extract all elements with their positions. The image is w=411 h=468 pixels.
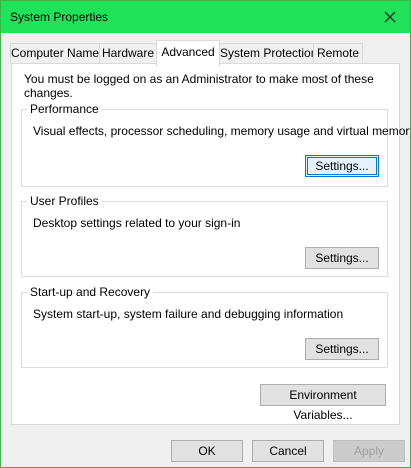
window-title: System Properties xyxy=(10,10,109,24)
user-profiles-group: User Profiles Desktop settings related t… xyxy=(21,194,388,277)
apply-button[interactable]: Apply xyxy=(333,440,405,462)
startup-recovery-group: Start-up and Recovery System start-up, s… xyxy=(21,285,388,368)
environment-variables-button[interactable]: Environment Variables... xyxy=(260,384,386,422)
close-icon xyxy=(384,11,396,23)
ok-button[interactable]: OK xyxy=(171,440,243,462)
system-properties-window: System Properties Computer Name Hardware… xyxy=(0,0,411,468)
dialog-footer: OK Cancel Apply xyxy=(1,425,410,467)
title-bar[interactable]: System Properties xyxy=(1,1,410,33)
startup-recovery-settings-button[interactable]: Settings... xyxy=(305,338,379,360)
close-button[interactable] xyxy=(370,1,410,33)
admin-note: You must be logged on as an Administrato… xyxy=(24,72,374,100)
tab-hardware[interactable]: Hardware xyxy=(99,43,157,63)
tab-remote[interactable]: Remote xyxy=(313,43,363,63)
user-profiles-description: Desktop settings related to your sign-in xyxy=(33,216,241,230)
tab-strip: Computer Name Hardware Advanced System P… xyxy=(1,33,410,66)
performance-legend: Performance xyxy=(27,102,102,116)
advanced-tab-panel: You must be logged on as an Administrato… xyxy=(11,63,410,425)
cancel-button[interactable]: Cancel xyxy=(252,440,324,462)
performance-group: Performance Visual effects, processor sc… xyxy=(21,102,410,187)
performance-description: Visual effects, processor scheduling, me… xyxy=(33,124,411,138)
tab-computer-name[interactable]: Computer Name xyxy=(10,43,100,63)
tab-system-protection[interactable]: System Protection xyxy=(219,43,317,63)
startup-recovery-description: System start-up, system failure and debu… xyxy=(33,307,344,321)
tab-advanced[interactable]: Advanced xyxy=(156,40,220,66)
startup-recovery-legend: Start-up and Recovery xyxy=(27,285,154,299)
user-profiles-legend: User Profiles xyxy=(27,194,102,208)
user-profiles-settings-button[interactable]: Settings... xyxy=(305,247,379,269)
performance-settings-button[interactable]: Settings... xyxy=(305,155,379,177)
